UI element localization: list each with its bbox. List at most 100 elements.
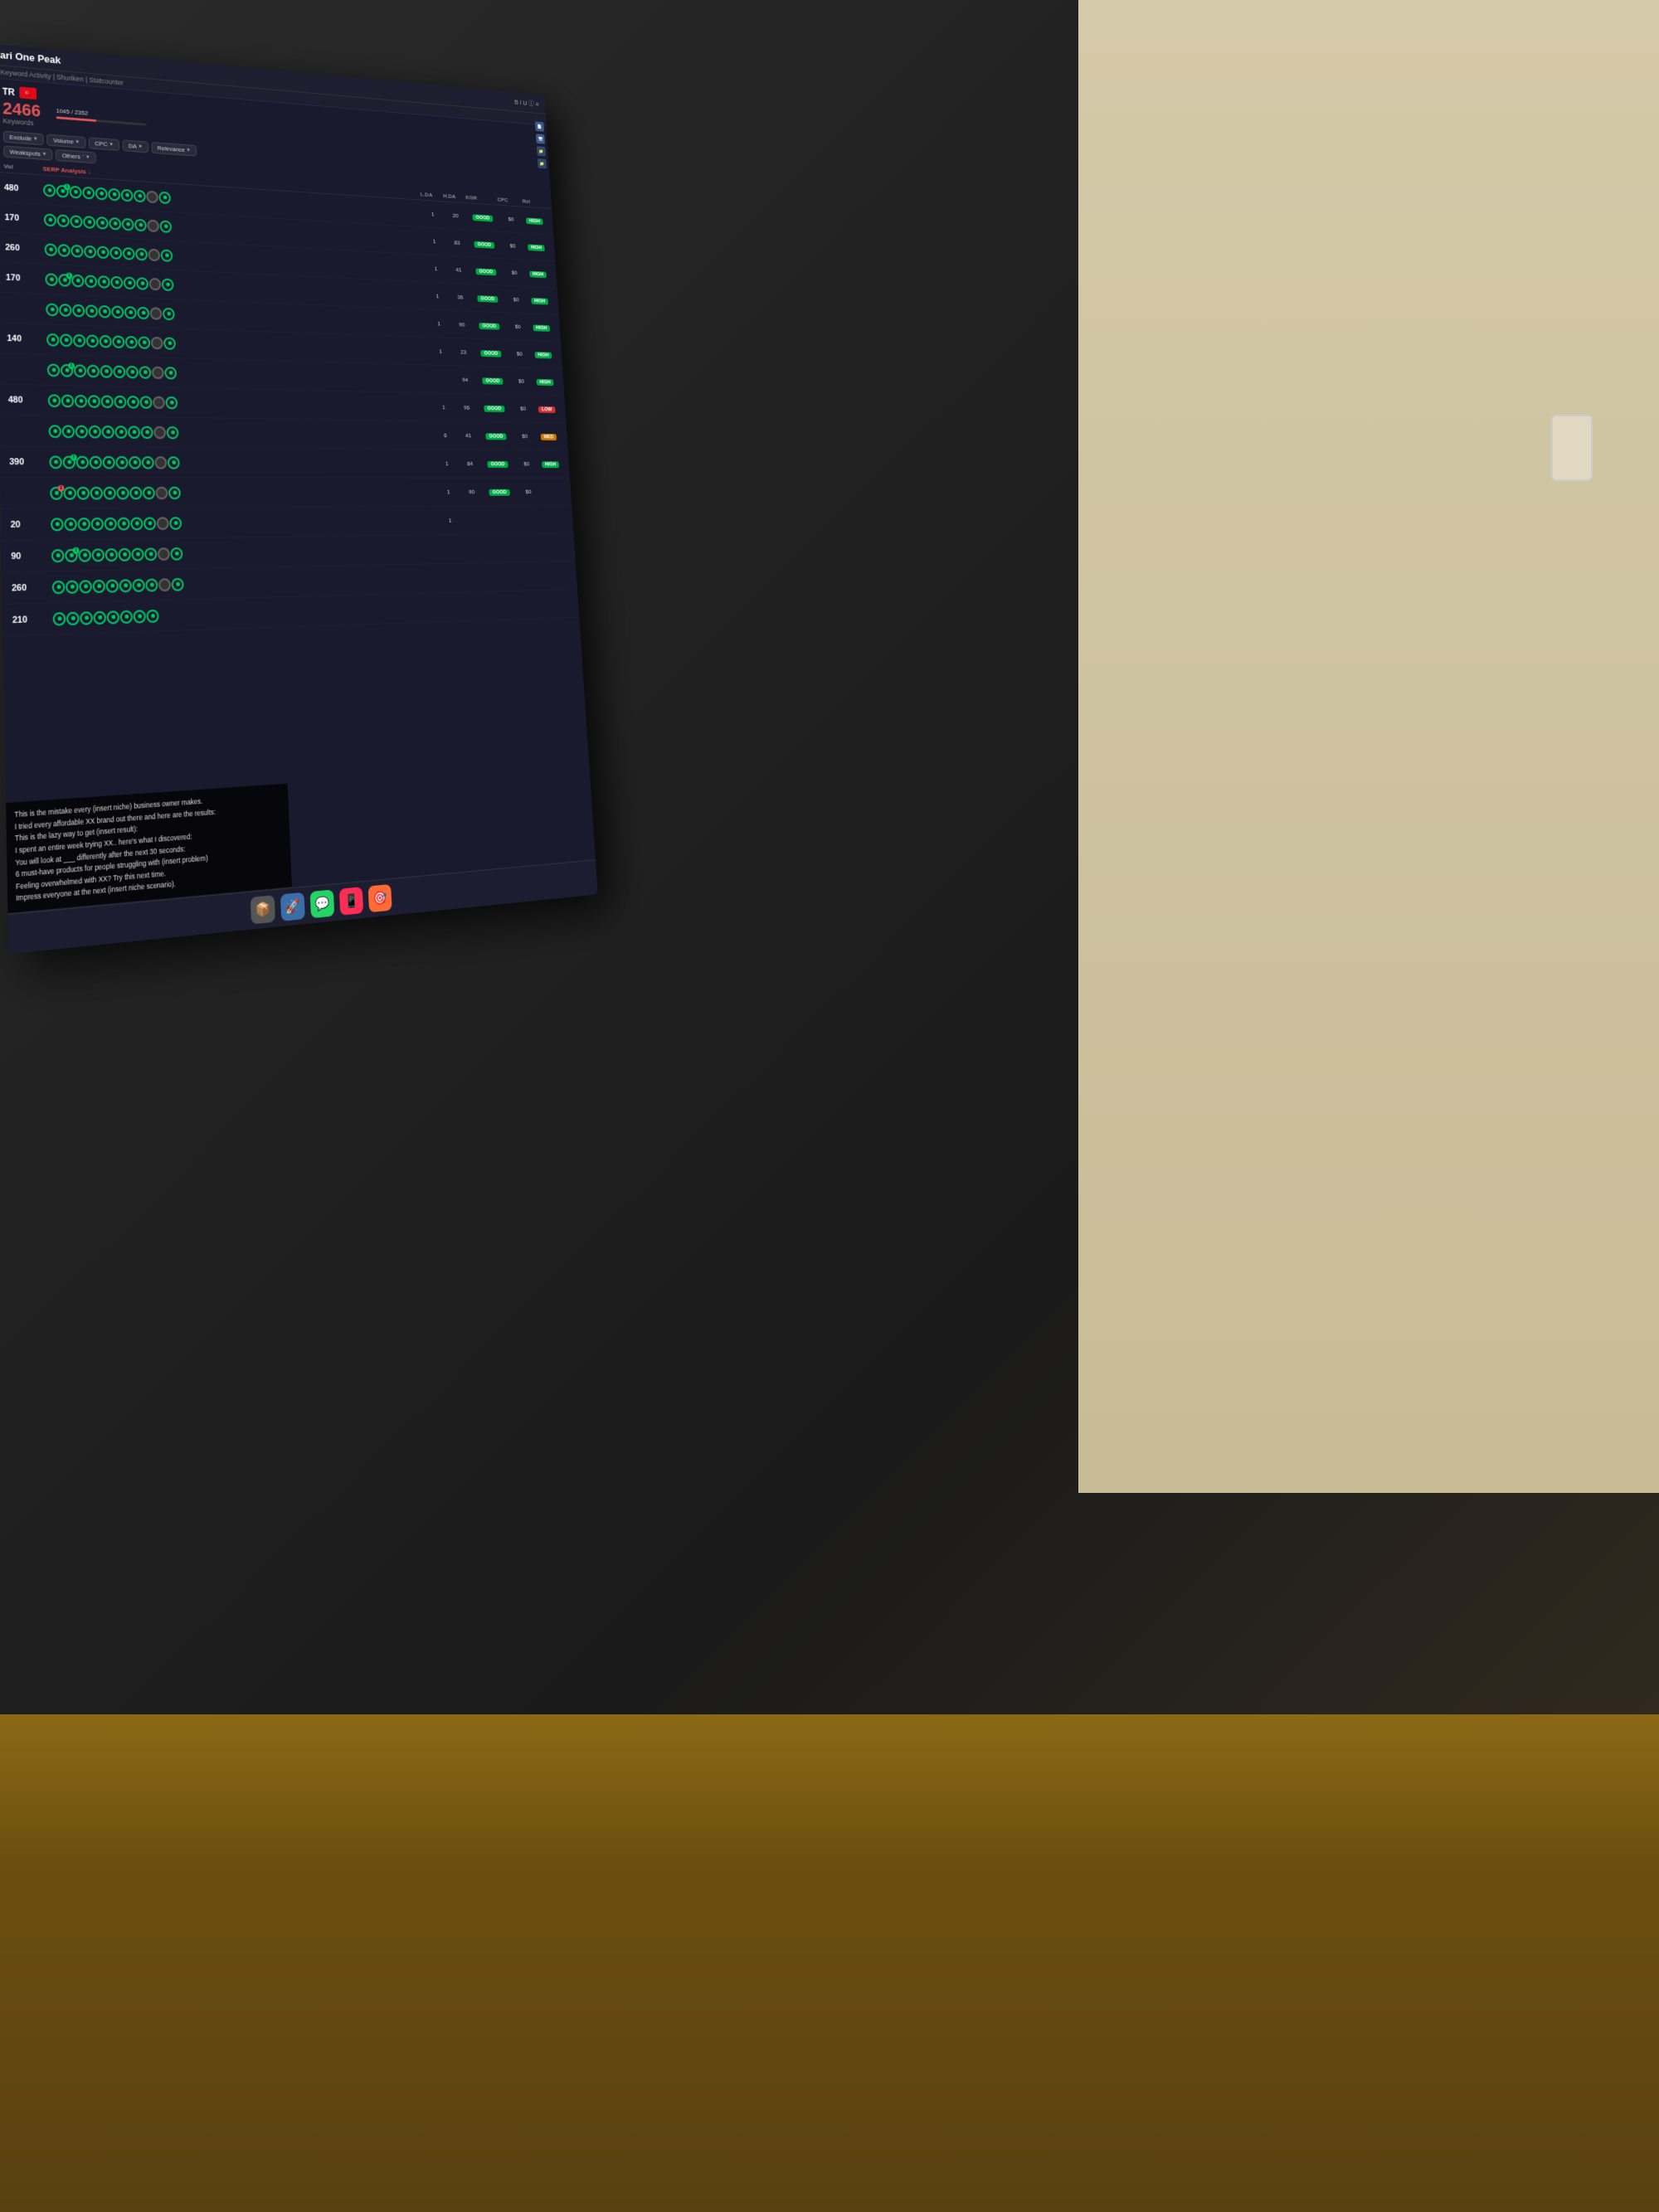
serp-circle — [46, 303, 58, 316]
serp-circle — [92, 579, 105, 592]
lda-cell: 1 — [437, 489, 460, 495]
right-icon-3[interactable]: 📁 — [537, 146, 546, 156]
hda-cell — [465, 577, 489, 578]
filter-cpc[interactable]: CPC ▼ — [89, 137, 119, 150]
rel-badge: HIGH — [528, 244, 545, 251]
serp-circle — [128, 425, 140, 439]
rel-cell: HIGH — [539, 460, 562, 468]
serp-circle — [106, 579, 119, 592]
top-bar-icons: B I U ⓘ ≡ — [514, 97, 539, 108]
hda-cell: 90 — [450, 321, 474, 328]
serp-circle — [105, 548, 118, 562]
filter-weakspots[interactable]: Weakspots ▼ — [3, 145, 53, 160]
serp-circle — [138, 336, 150, 349]
chevron-down-icon: ▼ — [75, 139, 80, 144]
serp-circle — [52, 580, 66, 593]
rel-cell: HIGH — [528, 297, 551, 305]
dock-icon-extra[interactable]: 🎯 — [368, 884, 392, 912]
right-icon-4[interactable]: 📁 — [538, 158, 547, 168]
dock-icon-1[interactable]: 🚀 — [280, 892, 305, 921]
kgr-badge: GOOD — [474, 241, 495, 248]
chevron-down-icon: ▼ — [109, 142, 114, 147]
chevron-down-icon: ▼ — [187, 148, 191, 153]
serp-circle — [126, 365, 139, 378]
serp-circle — [76, 455, 89, 469]
serp-circle — [51, 549, 65, 562]
serp-circle — [71, 244, 83, 257]
kgr-cell: GOOD — [481, 460, 514, 468]
serp-circle — [155, 486, 168, 498]
vol-cell: 480 — [8, 395, 48, 406]
serp-circle: 1 — [58, 274, 71, 287]
rel-badge: HIGH — [534, 352, 552, 358]
serp-circle — [79, 580, 92, 593]
vol-cell — [7, 308, 46, 309]
dock-icon-phone[interactable]: 📱 — [339, 887, 363, 916]
kgr-cell: GOOD — [483, 488, 516, 495]
filter-exclude[interactable]: Exclude ▼ — [3, 131, 44, 146]
right-icon-2[interactable]: 🖥 — [536, 134, 545, 143]
table-row[interactable]: 3901184GOOD$0HIGH — [0, 446, 570, 478]
serp-circle — [48, 425, 61, 438]
table-row[interactable]: 3190GOOD$0 — [0, 478, 572, 509]
serp-circle — [145, 578, 158, 591]
right-icon-1[interactable]: 📄 — [535, 121, 544, 131]
desk — [0, 1714, 1659, 2212]
serp-circle — [64, 518, 77, 531]
serp-circle — [134, 189, 146, 202]
filter-relevance[interactable]: Relevance ▼ — [151, 142, 197, 157]
serp-circle — [104, 486, 116, 499]
rel-cell: HIGH — [527, 270, 549, 278]
serp-circle — [53, 612, 66, 626]
hda-cell: 41 — [457, 432, 480, 439]
serp-circle — [144, 547, 157, 561]
kgr-cell: GOOD — [478, 404, 510, 411]
filter-da[interactable]: DA ▼ — [122, 139, 148, 153]
filter-volume[interactable]: Volume ▼ — [47, 134, 86, 148]
serp-circle — [45, 273, 57, 286]
kgr-cell: GOOD — [476, 377, 508, 385]
serp-circles: 1 — [51, 547, 221, 562]
serp-circle — [153, 425, 166, 438]
serp-circle: 3 — [50, 486, 63, 499]
serp-circle — [84, 245, 96, 258]
serp-circle — [85, 304, 98, 318]
serp-circle — [91, 517, 104, 530]
vol-cell: 20 — [11, 519, 51, 529]
lda-cell: 1 — [424, 265, 447, 272]
rel-badge: HIGH — [526, 217, 543, 225]
kgr-badge: GOOD — [485, 433, 506, 440]
hda-cell: 36 — [449, 294, 472, 301]
vol-cell — [7, 369, 47, 370]
serp-circle — [100, 334, 112, 348]
serp-circles — [46, 333, 213, 350]
kgr-badge: GOOD — [477, 295, 498, 303]
serp-circle — [165, 396, 178, 409]
serp-circle — [57, 214, 70, 227]
serp-circle — [86, 334, 99, 348]
filter-others[interactable]: Others ` ▼ — [56, 149, 96, 163]
serp-circle — [125, 335, 138, 348]
serp-circle — [103, 455, 115, 469]
serp-circle — [90, 486, 103, 499]
serp-circle — [142, 456, 154, 469]
serp-circle — [119, 579, 132, 592]
serp-circle — [73, 333, 85, 347]
serp-circle — [85, 275, 97, 288]
hda-cell: 83 — [445, 239, 469, 246]
serp-circle — [99, 304, 111, 318]
hda-cell: 84 — [459, 460, 482, 467]
kgr-cell — [487, 548, 519, 549]
cpc-cell: $0 — [515, 489, 541, 495]
serp-circle — [162, 278, 174, 290]
serp-circle — [71, 274, 84, 287]
serp-circles: 1 — [45, 273, 211, 293]
dock-icon-whatsapp[interactable]: 💬 — [310, 889, 335, 918]
serp-circle — [141, 425, 153, 438]
country-flag: 🇹🇷 — [19, 86, 36, 100]
serp-circle — [114, 395, 126, 408]
serp-circle — [152, 366, 164, 378]
serp-circle — [170, 547, 182, 560]
dock-icon-0[interactable]: 📦 — [251, 895, 275, 924]
serp-circle — [154, 456, 167, 469]
